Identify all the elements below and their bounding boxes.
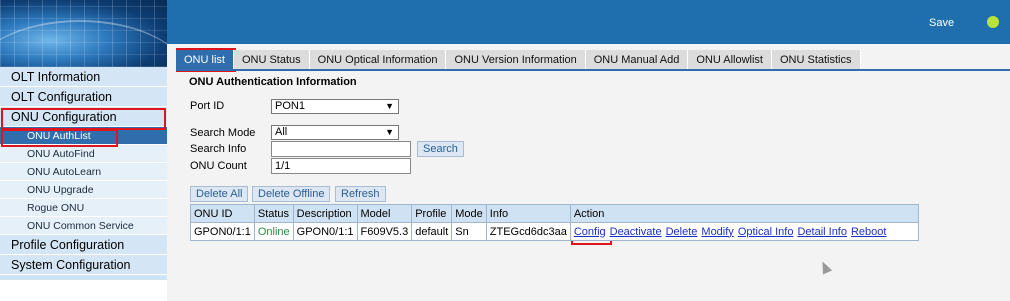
col-mode: Mode: [451, 204, 487, 223]
tab-onu-optical-information[interactable]: ONU Optical Information: [309, 50, 447, 70]
tab-onu-status[interactable]: ONU Status: [233, 50, 310, 70]
onu-count-label: ONU Count: [190, 160, 247, 172]
sidebar-item-profile-configuration[interactable]: Profile Configuration: [0, 235, 167, 255]
cell-profile: default: [411, 222, 453, 241]
modify-link[interactable]: Modify: [701, 226, 733, 238]
section-title: ONU Authentication Information: [189, 76, 357, 88]
tab-onu-list[interactable]: ONU list: [176, 50, 234, 70]
tab-onu-version-information[interactable]: ONU Version Information: [446, 50, 586, 70]
sidebar: OLT Information OLT Configuration ONU Co…: [0, 67, 167, 280]
col-info: Info: [485, 204, 571, 223]
col-model: Model: [356, 204, 413, 223]
tab-onu-allowlist[interactable]: ONU Allowlist: [688, 50, 772, 70]
status-indicator-icon: [987, 16, 999, 28]
cell-info: ZTEGcd6dc3aa: [485, 222, 571, 241]
col-profile: Profile: [411, 204, 453, 223]
cell-mode: Sn: [451, 222, 487, 241]
tab-onu-statistics[interactable]: ONU Statistics: [771, 50, 861, 70]
chevron-down-icon: ▼: [385, 127, 394, 137]
col-action: Action: [569, 204, 919, 223]
reboot-link[interactable]: Reboot: [851, 226, 886, 238]
sidebar-subitem-onu-autofind[interactable]: ONU AutoFind: [0, 145, 167, 163]
chevron-down-icon: ▼: [385, 101, 394, 111]
search-mode-value: All: [275, 126, 288, 138]
tab-bar: ONU list ONU Status ONU Optical Informat…: [176, 50, 861, 70]
sidebar-subitem-onu-common-service[interactable]: ONU Common Service: [0, 217, 167, 235]
cell-onu-id: GPON0/1:1: [190, 222, 255, 241]
delete-offline-button[interactable]: Delete Offline: [252, 186, 331, 202]
sidebar-item-olt-configuration[interactable]: OLT Configuration: [0, 87, 167, 107]
sidebar-subitem-onu-upgrade[interactable]: ONU Upgrade: [0, 181, 167, 199]
col-status: Status: [253, 204, 294, 223]
cell-description: GPON0/1:1: [292, 222, 358, 241]
search-mode-select[interactable]: All ▼: [271, 125, 399, 140]
port-id-value: PON1: [275, 100, 305, 112]
cell-model: F609V5.3: [356, 222, 413, 241]
col-description: Description: [292, 204, 358, 223]
search-button[interactable]: Search: [417, 141, 464, 157]
optical-info-link[interactable]: Optical Info: [738, 226, 794, 238]
search-mode-label: Search Mode: [190, 127, 256, 139]
onu-admin-window: Save OLT Information OLT Configuration O…: [0, 0, 1010, 301]
port-id-label: Port ID: [190, 100, 225, 112]
cell-status: Online: [253, 222, 294, 241]
globe-logo: [0, 0, 167, 67]
sidebar-item-system-configuration[interactable]: System Configuration: [0, 255, 167, 275]
sidebar-subitem-rogue-onu[interactable]: Rogue ONU: [0, 199, 167, 217]
save-button[interactable]: Save: [929, 17, 954, 29]
cell-actions: Config Deactivate Delete Modify Optical Info…: [569, 222, 919, 241]
delete-all-button[interactable]: Delete All: [190, 186, 249, 202]
search-info-label: Search Info: [190, 143, 247, 155]
detail-info-link[interactable]: Detail Info: [797, 226, 847, 238]
col-onu-id: ONU ID: [190, 204, 255, 223]
sidebar-subitem-onu-autolearn[interactable]: ONU AutoLearn: [0, 163, 167, 181]
deactivate-link[interactable]: Deactivate: [610, 226, 662, 238]
sidebar-item-olt-information[interactable]: OLT Information: [0, 67, 167, 87]
table-row: GPON0/1:1 Online GPON0/1:1 F609V5.3 defa…: [190, 222, 919, 241]
search-info-input[interactable]: [271, 141, 411, 157]
delete-link[interactable]: Delete: [666, 226, 698, 238]
tab-onu-manual-add[interactable]: ONU Manual Add: [585, 50, 689, 70]
port-id-select[interactable]: PON1 ▼: [271, 99, 399, 114]
tab-underline: [176, 69, 1010, 71]
table-header-row: ONU ID Status Description Model Profile …: [190, 204, 919, 223]
config-link[interactable]: Config: [574, 226, 606, 238]
onu-count-field: 1/1: [271, 158, 411, 174]
onu-table: ONU ID Status Description Model Profile …: [190, 204, 919, 241]
sidebar-item-onu-configuration[interactable]: ONU Configuration: [0, 107, 167, 127]
sidebar-subitem-onu-authlist[interactable]: ONU AuthList: [0, 127, 167, 145]
refresh-button[interactable]: Refresh: [335, 186, 386, 202]
